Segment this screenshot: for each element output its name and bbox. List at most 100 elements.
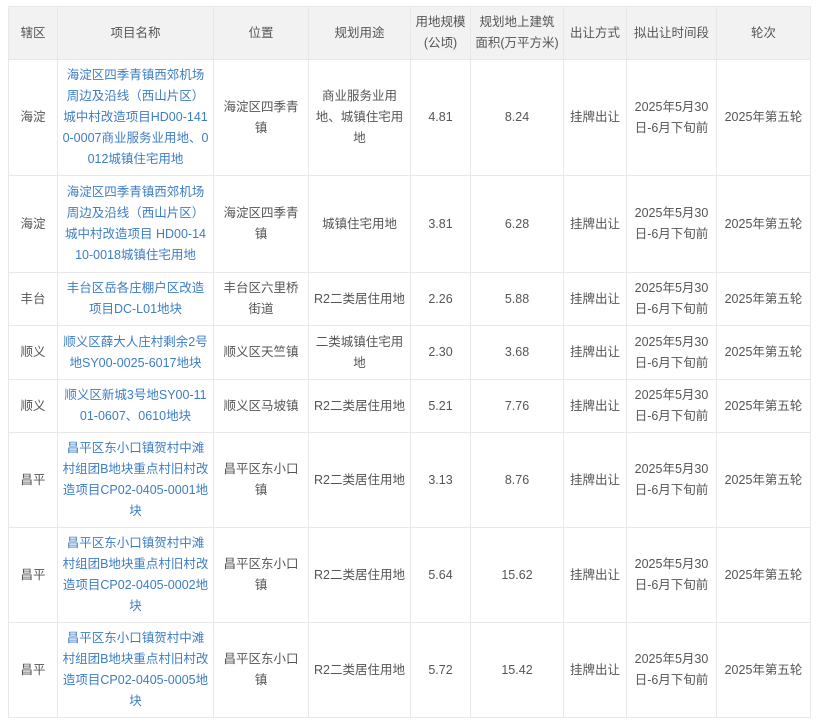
table-row: 昌平 昌平区东小口镇贺村中滩村组团B地块重点村旧村改造项目CP02-0405-0… — [8, 622, 811, 718]
building-area-cell: 15.42 — [470, 622, 564, 718]
district-cell: 昌平 — [8, 527, 58, 623]
land-area-cell: 5.72 — [410, 622, 471, 718]
transfer-method-cell: 挂牌出让 — [563, 272, 627, 326]
project-name-link[interactable]: 顺义区薛大人庄村剩余2号地SY00-0025-6017地块 — [63, 335, 207, 370]
table-row: 顺义 顺义区新城3号地SY00-1101-0607、0610地块 顺义区马坡镇 … — [8, 379, 811, 433]
location-cell: 昌平区东小口镇 — [213, 622, 309, 718]
building-area-cell: 5.88 — [470, 272, 564, 326]
usage-cell: 二类城镇住宅用地 — [308, 325, 411, 380]
col-header-transfer-method: 出让方式 — [563, 6, 627, 60]
transfer-period-cell: 2025年5月30日-6月下旬前 — [626, 272, 717, 326]
usage-cell: R2二类居住用地 — [308, 622, 411, 718]
building-area-cell: 7.76 — [470, 379, 564, 433]
district-cell: 海淀 — [8, 59, 58, 176]
building-area-cell: 3.68 — [470, 325, 564, 380]
project-cell: 海淀区四季青镇西郊机场周边及沿线（西山片区）城中村改造项目 HD00-1410-… — [57, 175, 214, 273]
location-cell: 海淀区四季青镇 — [213, 59, 309, 176]
location-cell: 昌平区东小口镇 — [213, 432, 309, 528]
col-header-building-area: 规划地上建筑面积(万平方米) — [470, 6, 564, 60]
col-header-round: 轮次 — [716, 6, 811, 60]
building-area-cell: 15.62 — [470, 527, 564, 623]
table-row: 顺义 顺义区薛大人庄村剩余2号地SY00-0025-6017地块 顺义区天竺镇 … — [8, 325, 811, 380]
land-area-cell: 5.64 — [410, 527, 471, 623]
land-area-cell: 2.30 — [410, 325, 471, 380]
usage-cell: R2二类居住用地 — [308, 527, 411, 623]
building-area-cell: 8.76 — [470, 432, 564, 528]
transfer-method-cell: 挂牌出让 — [563, 379, 627, 433]
district-cell: 顺义 — [8, 379, 58, 433]
transfer-period-cell: 2025年5月30日-6月下旬前 — [626, 622, 717, 718]
project-name-link[interactable]: 海淀区四季青镇西郊机场周边及沿线（西山片区）城中村改造项目HD00-1410-0… — [63, 68, 209, 166]
round-cell: 2025年第五轮 — [716, 272, 811, 326]
table-row: 昌平 昌平区东小口镇贺村中滩村组团B地块重点村旧村改造项目CP02-0405-0… — [8, 527, 811, 623]
project-cell: 顺义区新城3号地SY00-1101-0607、0610地块 — [57, 379, 214, 433]
district-cell: 丰台 — [8, 272, 58, 326]
col-header-location: 位置 — [213, 6, 309, 60]
project-cell: 丰台区岳各庄棚户区改造项目DC-L01地块 — [57, 272, 214, 326]
usage-cell: R2二类居住用地 — [308, 379, 411, 433]
transfer-method-cell: 挂牌出让 — [563, 432, 627, 528]
round-cell: 2025年第五轮 — [716, 175, 811, 273]
table-row: 海淀 海淀区四季青镇西郊机场周边及沿线（西山片区）城中村改造项目HD00-141… — [8, 59, 811, 176]
usage-cell: 城镇住宅用地 — [308, 175, 411, 273]
project-name-link[interactable]: 丰台区岳各庄棚户区改造项目DC-L01地块 — [67, 281, 205, 316]
transfer-method-cell: 挂牌出让 — [563, 527, 627, 623]
land-area-cell: 3.13 — [410, 432, 471, 528]
round-cell: 2025年第五轮 — [716, 379, 811, 433]
land-area-cell: 5.21 — [410, 379, 471, 433]
usage-cell: R2二类居住用地 — [308, 432, 411, 528]
project-cell: 昌平区东小口镇贺村中滩村组团B地块重点村旧村改造项目CP02-0405-0001… — [57, 432, 214, 528]
transfer-method-cell: 挂牌出让 — [563, 325, 627, 380]
project-name-link[interactable]: 顺义区新城3号地SY00-1101-0607、0610地块 — [64, 388, 206, 423]
transfer-method-cell: 挂牌出让 — [563, 59, 627, 176]
building-area-cell: 8.24 — [470, 59, 564, 176]
district-cell: 海淀 — [8, 175, 58, 273]
transfer-method-cell: 挂牌出让 — [563, 622, 627, 718]
project-name-link[interactable]: 昌平区东小口镇贺村中滩村组团B地块重点村旧村改造项目CP02-0405-0005… — [63, 631, 209, 708]
land-area-cell: 4.81 — [410, 59, 471, 176]
location-cell: 顺义区马坡镇 — [213, 379, 309, 433]
col-header-district: 辖区 — [8, 6, 58, 60]
district-cell: 顺义 — [8, 325, 58, 380]
round-cell: 2025年第五轮 — [716, 527, 811, 623]
project-cell: 顺义区薛大人庄村剩余2号地SY00-0025-6017地块 — [57, 325, 214, 380]
building-area-cell: 6.28 — [470, 175, 564, 273]
round-cell: 2025年第五轮 — [716, 325, 811, 380]
district-cell: 昌平 — [8, 622, 58, 718]
col-header-transfer-period: 拟出让时间段 — [626, 6, 717, 60]
location-cell: 海淀区四季青镇 — [213, 175, 309, 273]
project-name-link[interactable]: 昌平区东小口镇贺村中滩村组团B地块重点村旧村改造项目CP02-0405-0001… — [63, 441, 209, 518]
round-cell: 2025年第五轮 — [716, 59, 811, 176]
land-area-cell: 2.26 — [410, 272, 471, 326]
transfer-period-cell: 2025年5月30日-6月下旬前 — [626, 175, 717, 273]
transfer-period-cell: 2025年5月30日-6月下旬前 — [626, 379, 717, 433]
table-row: 海淀 海淀区四季青镇西郊机场周边及沿线（西山片区）城中村改造项目 HD00-14… — [8, 175, 811, 273]
transfer-period-cell: 2025年5月30日-6月下旬前 — [626, 432, 717, 528]
table-header-row: 辖区 项目名称 位置 规划用途 用地规模(公顷) 规划地上建筑面积(万平方米) … — [8, 6, 811, 60]
land-area-cell: 3.81 — [410, 175, 471, 273]
usage-cell: R2二类居住用地 — [308, 272, 411, 326]
project-cell: 昌平区东小口镇贺村中滩村组团B地块重点村旧村改造项目CP02-0405-0002… — [57, 527, 214, 623]
district-cell: 昌平 — [8, 432, 58, 528]
location-cell: 顺义区天竺镇 — [213, 325, 309, 380]
transfer-period-cell: 2025年5月30日-6月下旬前 — [626, 527, 717, 623]
round-cell: 2025年第五轮 — [716, 622, 811, 718]
col-header-project-name: 项目名称 — [57, 6, 214, 60]
project-cell: 昌平区东小口镇贺村中滩村组团B地块重点村旧村改造项目CP02-0405-0005… — [57, 622, 214, 718]
usage-cell: 商业服务业用地、城镇住宅用地 — [308, 59, 411, 176]
table-row: 昌平 昌平区东小口镇贺村中滩村组团B地块重点村旧村改造项目CP02-0405-0… — [8, 432, 811, 528]
project-name-link[interactable]: 昌平区东小口镇贺村中滩村组团B地块重点村旧村改造项目CP02-0405-0002… — [63, 536, 209, 613]
project-name-link[interactable]: 海淀区四季青镇西郊机场周边及沿线（西山片区）城中村改造项目 HD00-1410-… — [65, 185, 206, 262]
col-header-planned-usage: 规划用途 — [308, 6, 411, 60]
table-row: 丰台 丰台区岳各庄棚户区改造项目DC-L01地块 丰台区六里桥街道 R2二类居住… — [8, 272, 811, 326]
land-transfer-table-container: 辖区 项目名称 位置 规划用途 用地规模(公顷) 规划地上建筑面积(万平方米) … — [8, 6, 811, 718]
land-transfer-table: 辖区 项目名称 位置 规划用途 用地规模(公顷) 规划地上建筑面积(万平方米) … — [8, 6, 811, 718]
transfer-period-cell: 2025年5月30日-6月下旬前 — [626, 325, 717, 380]
transfer-period-cell: 2025年5月30日-6月下旬前 — [626, 59, 717, 176]
round-cell: 2025年第五轮 — [716, 432, 811, 528]
location-cell: 昌平区东小口镇 — [213, 527, 309, 623]
col-header-land-area: 用地规模(公顷) — [410, 6, 471, 60]
transfer-method-cell: 挂牌出让 — [563, 175, 627, 273]
project-cell: 海淀区四季青镇西郊机场周边及沿线（西山片区）城中村改造项目HD00-1410-0… — [57, 59, 214, 176]
location-cell: 丰台区六里桥街道 — [213, 272, 309, 326]
